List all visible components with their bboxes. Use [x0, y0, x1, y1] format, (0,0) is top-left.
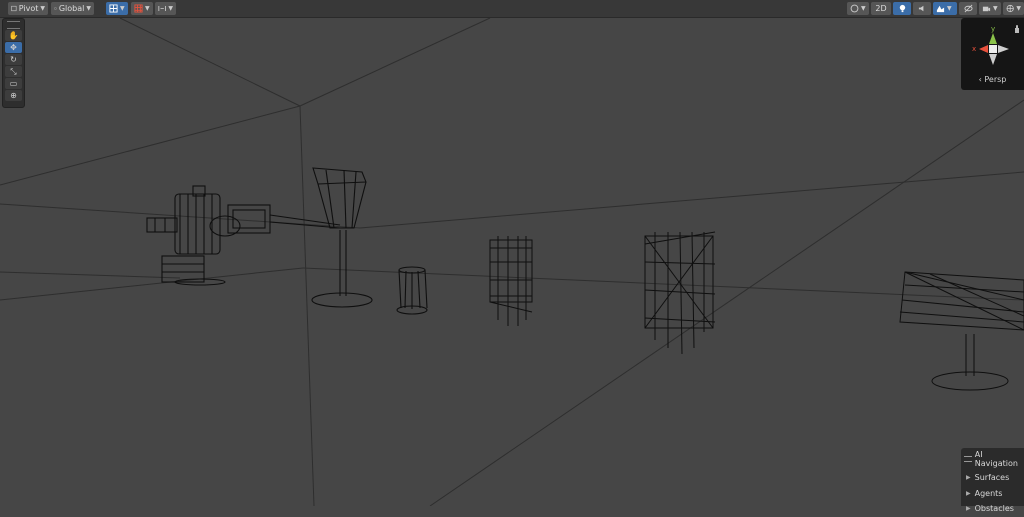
gizmo-x-label: x	[972, 45, 976, 53]
ai-nav-obstacles[interactable]: ▶ Obstacles	[961, 501, 1024, 517]
chevron-down-icon: ▼	[1016, 5, 1021, 12]
chevron-down-icon: ▼	[993, 5, 998, 12]
camera-icon	[982, 6, 991, 12]
rect-tool[interactable]: ▭	[5, 78, 22, 89]
scene-toolbar: Pivot ▼ Global ▼ ▼ ▼ ▼ ▼ 2D ▼ ▼ ▼	[0, 0, 1024, 18]
global-toggle[interactable]: Global ▼	[51, 2, 94, 15]
hand-tool[interactable]: ✋	[5, 30, 22, 41]
transform-icon: ⊕	[10, 91, 17, 100]
toggle-2d-button[interactable]: 2D	[871, 2, 891, 15]
globe-icon	[54, 7, 57, 10]
chevron-down-icon: ▼	[168, 5, 173, 12]
speaker-icon	[918, 5, 923, 12]
eye-slash-icon	[963, 4, 973, 13]
effects-icon	[936, 5, 945, 13]
lock-icon	[1015, 25, 1019, 33]
ai-nav-item-label: Agents	[974, 488, 1003, 498]
lamp-wireframe	[311, 167, 373, 308]
shading-icon	[850, 4, 859, 13]
ai-nav-item-label: Surfaces	[974, 473, 1010, 483]
move-tool[interactable]: ✥	[5, 42, 22, 53]
draw-mode-button[interactable]: ▼	[847, 2, 869, 15]
gizmo-y-label: y	[991, 25, 995, 33]
axis-gizmo-icon: y x	[972, 25, 1019, 65]
ai-nav-agents[interactable]: ▶ Agents	[961, 486, 1024, 502]
move-icon: ✥	[10, 43, 17, 52]
align-button[interactable]: ▼	[155, 2, 176, 15]
camera-settings-button[interactable]: ▼	[979, 2, 1001, 15]
tools-overlay: ✋ ✥ ↻ ⤡ ▭ ⊕	[2, 18, 25, 108]
lightbulb-icon	[899, 4, 905, 13]
toggle-2d-label: 2D	[875, 4, 887, 13]
expand-triangle-icon: ▶	[966, 489, 971, 497]
orientation-gizmo[interactable]: y x ‹ Persp	[961, 18, 1024, 90]
gizmos-button[interactable]: ▼	[1003, 2, 1024, 15]
overlay-grip[interactable]	[7, 21, 20, 29]
snap-grid-icon	[134, 4, 143, 13]
transform-tool[interactable]: ⊕	[5, 90, 22, 101]
ai-nav-surfaces[interactable]: ▶ Surfaces	[961, 470, 1024, 486]
gizmo-globe-icon	[1006, 4, 1014, 13]
chevron-down-icon: ▼	[86, 5, 91, 12]
scene-viewport[interactable]	[0, 17, 1024, 507]
rotate-tool[interactable]: ↻	[5, 54, 22, 65]
ai-navigation-title: AI Navigation	[974, 450, 1018, 468]
rotate-icon: ↻	[10, 55, 17, 64]
global-label: Global	[58, 4, 85, 13]
scale-tool[interactable]: ⤡	[5, 66, 22, 77]
barrel-wireframe	[396, 266, 428, 315]
effects-toggle[interactable]: ▼	[933, 2, 957, 15]
expand-triangle-icon: ▶	[966, 505, 971, 513]
chevron-down-icon: ▼	[145, 5, 150, 12]
sign-wireframe	[899, 271, 1024, 391]
overlay-grip[interactable]	[964, 456, 972, 462]
pivot-toggle[interactable]: Pivot ▼	[8, 2, 48, 15]
audio-toggle[interactable]	[913, 2, 931, 15]
rect-icon: ▭	[9, 79, 18, 88]
expand-triangle-icon: ▶	[966, 474, 971, 482]
lighting-toggle[interactable]	[893, 2, 911, 15]
hand-icon: ✋	[8, 31, 19, 40]
chevron-down-icon: ▼	[861, 5, 866, 12]
projection-toggle[interactable]: ‹ Persp	[961, 75, 1024, 84]
hidden-objects-toggle[interactable]	[959, 2, 977, 15]
crane-wireframe	[146, 185, 341, 286]
chevron-down-icon: ▼	[40, 5, 45, 12]
scale-icon: ⤡	[10, 66, 17, 76]
grid-snapping-button[interactable]: ▼	[106, 2, 128, 15]
snap-increment-button[interactable]: ▼	[131, 2, 153, 15]
shelf-tower-wireframe	[489, 236, 533, 326]
chevron-down-icon: ▼	[120, 5, 125, 12]
ai-navigation-overlay: AI Navigation ▶ Surfaces ▶ Agents ▶ Obst…	[961, 448, 1024, 513]
pivot-label: Pivot	[18, 4, 39, 13]
grid-icon	[109, 4, 118, 13]
align-icon	[158, 5, 166, 12]
scene-wireframe-render	[0, 17, 1024, 507]
pivot-icon	[11, 5, 17, 12]
chevron-down-icon: ▼	[947, 5, 952, 12]
